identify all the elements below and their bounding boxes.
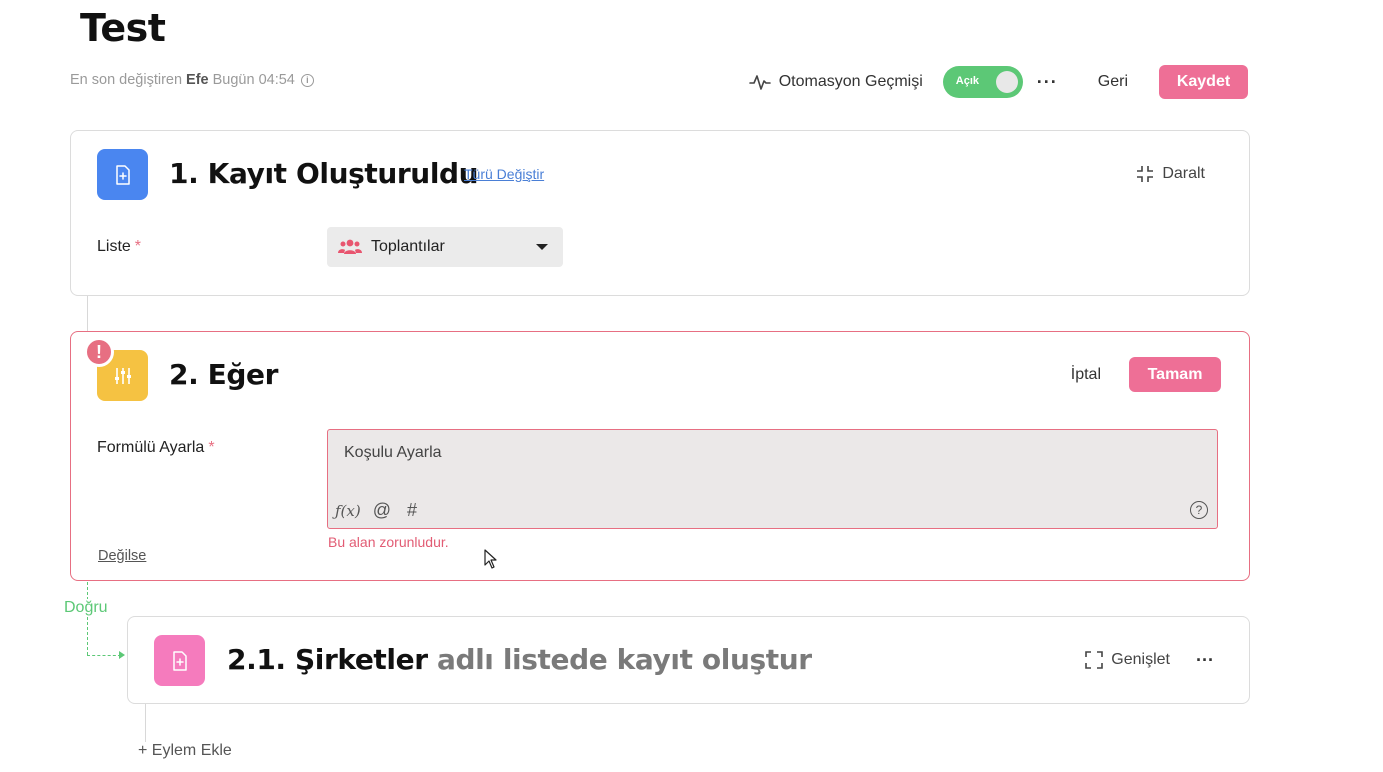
arrow-right-icon bbox=[119, 651, 125, 659]
help-icon[interactable]: ? bbox=[1190, 501, 1208, 519]
step-title-muted: adlı listede kayıt oluştur bbox=[436, 643, 812, 676]
required-mark: * bbox=[134, 238, 142, 255]
collapse-label: Daralt bbox=[1162, 165, 1205, 182]
formula-field-label: Formülü Ayarla * bbox=[97, 439, 215, 457]
collapse-icon bbox=[1137, 166, 1154, 182]
header-toolbar: Otomasyon Geçmişi Açık ··· Geri Kaydet bbox=[748, 64, 1248, 100]
true-branch-label: Doğru bbox=[63, 599, 109, 617]
last-modified-user: Efe bbox=[186, 72, 209, 88]
more-options-icon[interactable]: ··· bbox=[1196, 651, 1214, 669]
toggle-knob bbox=[995, 71, 1018, 93]
list-label-text: Liste bbox=[97, 238, 131, 255]
automation-history-button[interactable]: Otomasyon Geçmişi bbox=[748, 73, 923, 91]
step-card-create-record: 2.1. Şirketler adlı listede kayıt oluştu… bbox=[127, 616, 1250, 704]
list-field-label: Liste * bbox=[97, 238, 141, 256]
collapse-button[interactable]: Daralt bbox=[1136, 165, 1205, 183]
formula-placeholder: Koşulu Ayarla bbox=[344, 444, 442, 461]
else-link[interactable]: Değilse bbox=[98, 548, 146, 564]
automation-history-label: Otomasyon Geçmişi bbox=[778, 73, 923, 90]
chevron-down-icon bbox=[536, 244, 548, 250]
automation-toggle[interactable]: Açık bbox=[942, 66, 1023, 98]
step-icon-container bbox=[97, 149, 148, 200]
step-connector bbox=[87, 296, 88, 331]
expand-icon bbox=[1085, 651, 1104, 669]
step-icon-container bbox=[154, 635, 205, 686]
file-plus-icon bbox=[115, 164, 130, 185]
mention-icon[interactable]: @ bbox=[373, 500, 391, 521]
change-type-link[interactable]: Türü Değiştir bbox=[464, 166, 544, 182]
formula-toolbar: ƒ(x) @ # bbox=[335, 500, 417, 521]
mouse-cursor-icon bbox=[484, 549, 497, 569]
list-select[interactable]: Toplantılar bbox=[327, 227, 563, 267]
more-options-icon[interactable]: ··· bbox=[1037, 73, 1058, 91]
ok-button[interactable]: Tamam bbox=[1129, 357, 1221, 392]
formula-editor[interactable]: Koşulu Ayarla ƒ(x) @ # ? bbox=[327, 429, 1218, 529]
function-icon[interactable]: ƒ(x) bbox=[335, 502, 361, 520]
step-title-strong: 2.1. Şirketler bbox=[227, 643, 428, 676]
file-plus-icon bbox=[172, 650, 187, 671]
last-modified-time: Bugün 04:54 bbox=[212, 72, 295, 88]
step-title: 2. Eğer bbox=[169, 358, 279, 391]
save-button[interactable]: Kaydet bbox=[1159, 65, 1248, 99]
error-message: Bu alan zorunludur. bbox=[328, 534, 449, 550]
step-card-record-created: 1. Kayıt Oluşturuldu Türü Değiştir Daral… bbox=[70, 130, 1250, 296]
step-title: 2.1. Şirketler adlı listede kayıt oluştu… bbox=[227, 643, 812, 676]
expand-button[interactable]: Genişlet bbox=[1085, 651, 1170, 669]
step-connector bbox=[145, 704, 146, 742]
hash-icon[interactable]: # bbox=[407, 500, 417, 521]
add-action-button[interactable]: + Eylem Ekle bbox=[138, 742, 232, 760]
cancel-button[interactable]: İptal bbox=[1071, 366, 1101, 384]
formula-label-text: Formülü Ayarla bbox=[97, 439, 205, 456]
last-modified-info: En son değiştiren Efe Bugün 04:54 i bbox=[70, 72, 314, 88]
users-icon bbox=[338, 239, 362, 254]
error-icon: ! bbox=[84, 337, 114, 367]
sliders-icon bbox=[114, 367, 131, 384]
required-mark: * bbox=[208, 439, 215, 456]
true-branch-line-horizontal bbox=[87, 655, 121, 656]
info-icon[interactable]: i bbox=[300, 73, 314, 87]
select-value: Toplantılar bbox=[371, 238, 445, 255]
back-button[interactable]: Geri bbox=[1098, 73, 1128, 91]
true-branch-line bbox=[87, 582, 88, 655]
last-modified-prefix: En son değiştiren bbox=[70, 72, 183, 88]
step-title: 1. Kayıt Oluşturuldu bbox=[169, 157, 479, 190]
expand-label: Genişlet bbox=[1111, 651, 1170, 668]
toggle-label: Açık bbox=[955, 75, 980, 87]
activity-icon bbox=[748, 75, 771, 90]
step-card-if: ! 2. Eğer İptal Tamam Formülü Ayarla * Ko… bbox=[70, 331, 1250, 581]
page-title: Test bbox=[80, 6, 166, 50]
